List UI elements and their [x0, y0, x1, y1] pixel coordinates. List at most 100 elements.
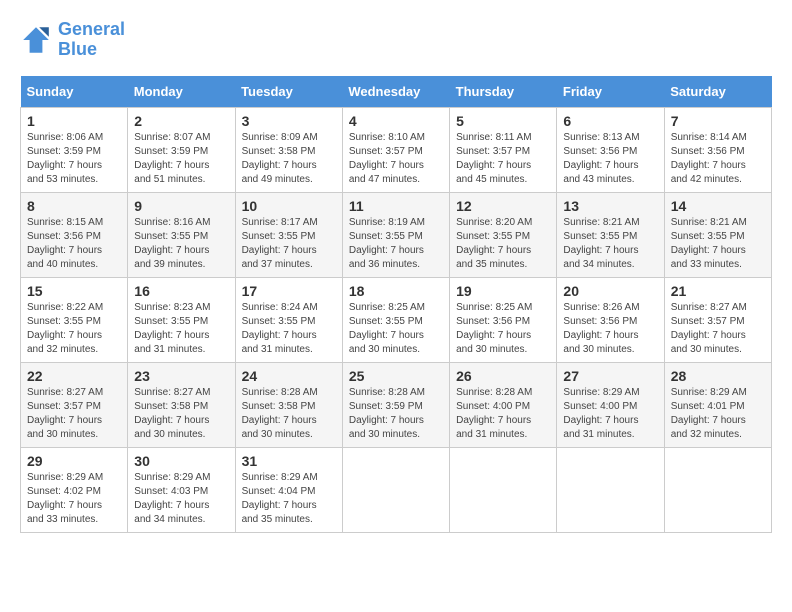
day-number: 8 [27, 198, 121, 214]
cell-content: Sunrise: 8:29 AM Sunset: 4:03 PM Dayligh… [134, 471, 228, 527]
logo-icon [20, 24, 52, 56]
cell-content: Sunrise: 8:21 AM Sunset: 3:55 PM Dayligh… [671, 216, 765, 272]
day-number: 24 [242, 368, 336, 384]
calendar-header-saturday: Saturday [664, 76, 771, 108]
cell-content: Sunrise: 8:27 AM Sunset: 3:57 PM Dayligh… [671, 301, 765, 357]
cell-content: Sunrise: 8:21 AM Sunset: 3:55 PM Dayligh… [563, 216, 657, 272]
calendar-header-sunday: Sunday [21, 76, 128, 108]
calendar-header-friday: Friday [557, 76, 664, 108]
cell-content: Sunrise: 8:10 AM Sunset: 3:57 PM Dayligh… [349, 131, 443, 187]
calendar-cell [557, 447, 664, 532]
cell-content: Sunrise: 8:24 AM Sunset: 3:55 PM Dayligh… [242, 301, 336, 357]
calendar-cell: 28 Sunrise: 8:29 AM Sunset: 4:01 PM Dayl… [664, 362, 771, 447]
day-number: 11 [349, 198, 443, 214]
calendar-cell: 9 Sunrise: 8:16 AM Sunset: 3:55 PM Dayli… [128, 192, 235, 277]
day-number: 14 [671, 198, 765, 214]
day-number: 23 [134, 368, 228, 384]
cell-content: Sunrise: 8:17 AM Sunset: 3:55 PM Dayligh… [242, 216, 336, 272]
calendar-cell: 10 Sunrise: 8:17 AM Sunset: 3:55 PM Dayl… [235, 192, 342, 277]
cell-content: Sunrise: 8:06 AM Sunset: 3:59 PM Dayligh… [27, 131, 121, 187]
day-number: 12 [456, 198, 550, 214]
calendar-cell: 31 Sunrise: 8:29 AM Sunset: 4:04 PM Dayl… [235, 447, 342, 532]
calendar-cell: 14 Sunrise: 8:21 AM Sunset: 3:55 PM Dayl… [664, 192, 771, 277]
calendar-cell: 24 Sunrise: 8:28 AM Sunset: 3:58 PM Dayl… [235, 362, 342, 447]
calendar-cell: 30 Sunrise: 8:29 AM Sunset: 4:03 PM Dayl… [128, 447, 235, 532]
calendar-cell: 17 Sunrise: 8:24 AM Sunset: 3:55 PM Dayl… [235, 277, 342, 362]
calendar-cell [450, 447, 557, 532]
page-header: General Blue [20, 20, 772, 60]
cell-content: Sunrise: 8:25 AM Sunset: 3:55 PM Dayligh… [349, 301, 443, 357]
calendar-cell: 3 Sunrise: 8:09 AM Sunset: 3:58 PM Dayli… [235, 107, 342, 192]
day-number: 9 [134, 198, 228, 214]
day-number: 17 [242, 283, 336, 299]
calendar-cell: 29 Sunrise: 8:29 AM Sunset: 4:02 PM Dayl… [21, 447, 128, 532]
calendar-cell: 20 Sunrise: 8:26 AM Sunset: 3:56 PM Dayl… [557, 277, 664, 362]
day-number: 25 [349, 368, 443, 384]
calendar-cell: 4 Sunrise: 8:10 AM Sunset: 3:57 PM Dayli… [342, 107, 449, 192]
calendar-cell: 23 Sunrise: 8:27 AM Sunset: 3:58 PM Dayl… [128, 362, 235, 447]
cell-content: Sunrise: 8:13 AM Sunset: 3:56 PM Dayligh… [563, 131, 657, 187]
calendar-cell: 22 Sunrise: 8:27 AM Sunset: 3:57 PM Dayl… [21, 362, 128, 447]
day-number: 19 [456, 283, 550, 299]
logo-text: General Blue [58, 20, 125, 60]
calendar-week-3: 15 Sunrise: 8:22 AM Sunset: 3:55 PM Dayl… [21, 277, 772, 362]
day-number: 26 [456, 368, 550, 384]
calendar-week-2: 8 Sunrise: 8:15 AM Sunset: 3:56 PM Dayli… [21, 192, 772, 277]
calendar-cell: 13 Sunrise: 8:21 AM Sunset: 3:55 PM Dayl… [557, 192, 664, 277]
calendar-cell: 12 Sunrise: 8:20 AM Sunset: 3:55 PM Dayl… [450, 192, 557, 277]
calendar-cell: 15 Sunrise: 8:22 AM Sunset: 3:55 PM Dayl… [21, 277, 128, 362]
cell-content: Sunrise: 8:20 AM Sunset: 3:55 PM Dayligh… [456, 216, 550, 272]
cell-content: Sunrise: 8:07 AM Sunset: 3:59 PM Dayligh… [134, 131, 228, 187]
day-number: 6 [563, 113, 657, 129]
cell-content: Sunrise: 8:28 AM Sunset: 4:00 PM Dayligh… [456, 386, 550, 442]
cell-content: Sunrise: 8:23 AM Sunset: 3:55 PM Dayligh… [134, 301, 228, 357]
calendar-header-wednesday: Wednesday [342, 76, 449, 108]
cell-content: Sunrise: 8:27 AM Sunset: 3:58 PM Dayligh… [134, 386, 228, 442]
cell-content: Sunrise: 8:25 AM Sunset: 3:56 PM Dayligh… [456, 301, 550, 357]
day-number: 15 [27, 283, 121, 299]
calendar-cell [664, 447, 771, 532]
calendar-week-4: 22 Sunrise: 8:27 AM Sunset: 3:57 PM Dayl… [21, 362, 772, 447]
calendar-week-5: 29 Sunrise: 8:29 AM Sunset: 4:02 PM Dayl… [21, 447, 772, 532]
day-number: 10 [242, 198, 336, 214]
day-number: 1 [27, 113, 121, 129]
day-number: 16 [134, 283, 228, 299]
calendar-cell: 11 Sunrise: 8:19 AM Sunset: 3:55 PM Dayl… [342, 192, 449, 277]
logo: General Blue [20, 20, 125, 60]
cell-content: Sunrise: 8:29 AM Sunset: 4:02 PM Dayligh… [27, 471, 121, 527]
day-number: 18 [349, 283, 443, 299]
calendar-header-tuesday: Tuesday [235, 76, 342, 108]
cell-content: Sunrise: 8:29 AM Sunset: 4:04 PM Dayligh… [242, 471, 336, 527]
cell-content: Sunrise: 8:28 AM Sunset: 3:59 PM Dayligh… [349, 386, 443, 442]
calendar-cell: 21 Sunrise: 8:27 AM Sunset: 3:57 PM Dayl… [664, 277, 771, 362]
calendar-cell [342, 447, 449, 532]
calendar-header-monday: Monday [128, 76, 235, 108]
calendar-cell: 7 Sunrise: 8:14 AM Sunset: 3:56 PM Dayli… [664, 107, 771, 192]
calendar-week-1: 1 Sunrise: 8:06 AM Sunset: 3:59 PM Dayli… [21, 107, 772, 192]
day-number: 29 [27, 453, 121, 469]
day-number: 22 [27, 368, 121, 384]
calendar-cell: 6 Sunrise: 8:13 AM Sunset: 3:56 PM Dayli… [557, 107, 664, 192]
calendar-cell: 19 Sunrise: 8:25 AM Sunset: 3:56 PM Dayl… [450, 277, 557, 362]
day-number: 4 [349, 113, 443, 129]
day-number: 21 [671, 283, 765, 299]
calendar-cell: 5 Sunrise: 8:11 AM Sunset: 3:57 PM Dayli… [450, 107, 557, 192]
calendar-cell: 16 Sunrise: 8:23 AM Sunset: 3:55 PM Dayl… [128, 277, 235, 362]
day-number: 5 [456, 113, 550, 129]
cell-content: Sunrise: 8:11 AM Sunset: 3:57 PM Dayligh… [456, 131, 550, 187]
cell-content: Sunrise: 8:29 AM Sunset: 4:00 PM Dayligh… [563, 386, 657, 442]
cell-content: Sunrise: 8:26 AM Sunset: 3:56 PM Dayligh… [563, 301, 657, 357]
calendar-cell: 2 Sunrise: 8:07 AM Sunset: 3:59 PM Dayli… [128, 107, 235, 192]
calendar-cell: 27 Sunrise: 8:29 AM Sunset: 4:00 PM Dayl… [557, 362, 664, 447]
calendar-cell: 8 Sunrise: 8:15 AM Sunset: 3:56 PM Dayli… [21, 192, 128, 277]
calendar-table: SundayMondayTuesdayWednesdayThursdayFrid… [20, 76, 772, 533]
day-number: 2 [134, 113, 228, 129]
calendar-header-row: SundayMondayTuesdayWednesdayThursdayFrid… [21, 76, 772, 108]
day-number: 3 [242, 113, 336, 129]
calendar-cell: 25 Sunrise: 8:28 AM Sunset: 3:59 PM Dayl… [342, 362, 449, 447]
cell-content: Sunrise: 8:16 AM Sunset: 3:55 PM Dayligh… [134, 216, 228, 272]
calendar-cell: 26 Sunrise: 8:28 AM Sunset: 4:00 PM Dayl… [450, 362, 557, 447]
day-number: 7 [671, 113, 765, 129]
calendar-cell: 18 Sunrise: 8:25 AM Sunset: 3:55 PM Dayl… [342, 277, 449, 362]
cell-content: Sunrise: 8:09 AM Sunset: 3:58 PM Dayligh… [242, 131, 336, 187]
